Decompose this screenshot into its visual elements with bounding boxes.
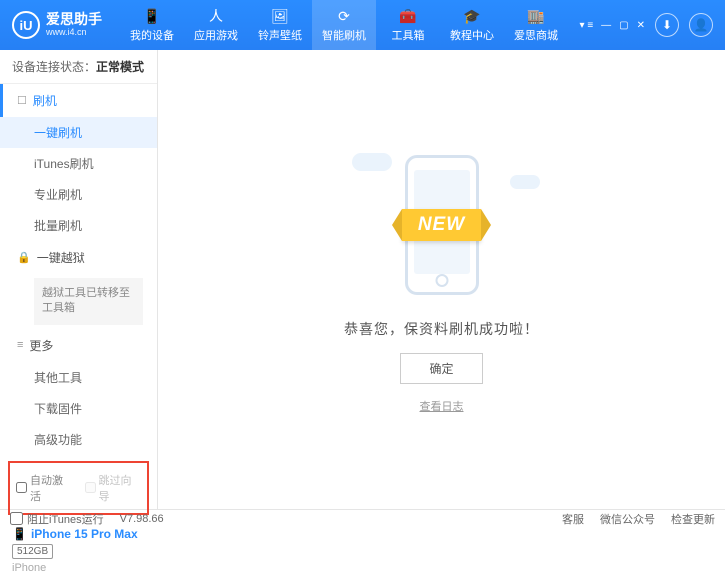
picture-icon: 🖼: [271, 7, 289, 25]
close-button[interactable]: ✕: [637, 20, 645, 31]
top-nav: 📱我的设备 人应用游戏 🖼铃声壁纸 ⟳智能刷机 🧰工具箱 🎓教程中心 🏬爱思商城: [120, 0, 568, 50]
view-log-link[interactable]: 查看日志: [420, 398, 464, 414]
ok-button[interactable]: 确定: [400, 353, 482, 384]
section-more[interactable]: ≡ 更多: [0, 329, 157, 362]
sidebar: 设备连接状态：正常模式 ☐ 刷机 一键刷机 iTunes刷机 专业刷机 批量刷机…: [0, 50, 158, 509]
lock-icon: 🔒: [17, 251, 31, 264]
sidebar-item-itunes-flash[interactable]: iTunes刷机: [0, 148, 157, 179]
nav-toolbox[interactable]: 🧰工具箱: [376, 0, 440, 50]
sidebar-item-batch-flash[interactable]: 批量刷机: [0, 210, 157, 241]
nav-apps-games[interactable]: 人应用游戏: [184, 0, 248, 50]
new-ribbon: NEW: [402, 209, 481, 241]
phone-icon: 📱: [12, 527, 27, 541]
section-jailbreak[interactable]: 🔒 一键越狱: [0, 241, 157, 274]
status-value: 正常模式: [96, 60, 144, 74]
jailbreak-note: 越狱工具已转移至工具箱: [34, 278, 143, 325]
nav-smart-flash[interactable]: ⟳智能刷机: [312, 0, 376, 50]
version-label: V7.98.66: [120, 513, 164, 525]
nav-store[interactable]: 🏬爱思商城: [504, 0, 568, 50]
nav-my-device[interactable]: 📱我的设备: [120, 0, 184, 50]
apps-icon: 人: [207, 7, 225, 25]
footer-link-wechat[interactable]: 微信公众号: [600, 511, 655, 527]
success-illustration: NEW: [352, 145, 532, 305]
options-box: 自动激活 跳过向导: [8, 461, 149, 515]
logo-icon: iU: [12, 11, 40, 39]
window-controls: ▾ ≡ — ▢ ✕: [580, 20, 645, 31]
block-itunes-checkbox[interactable]: 阻止iTunes运行: [10, 511, 104, 527]
device-icon: 📱: [143, 7, 161, 25]
nav-tutorials[interactable]: 🎓教程中心: [440, 0, 504, 50]
refresh-icon: ⟳: [335, 7, 353, 25]
device-status: 设备连接状态：正常模式: [0, 50, 157, 84]
cloud-icon: [352, 153, 392, 171]
download-button[interactable]: ⬇: [655, 13, 679, 37]
maximize-button[interactable]: ▢: [619, 20, 628, 31]
storage-badge: 512GB: [12, 544, 53, 559]
store-icon: 🏬: [527, 7, 545, 25]
nav-ringtones[interactable]: 🖼铃声壁纸: [248, 0, 312, 50]
user-icon: 👤: [694, 18, 709, 32]
device-name: iPhone 15 Pro Max: [31, 527, 138, 541]
device-info: 📱 iPhone 15 Pro Max 512GB iPhone: [0, 521, 157, 584]
menu-lines-icon: ≡: [17, 339, 23, 351]
toolbox-icon: 🧰: [399, 7, 417, 25]
main-content: NEW 恭喜您，保资料刷机成功啦！ 确定 查看日志: [158, 50, 725, 509]
sidebar-item-other-tools[interactable]: 其他工具: [0, 362, 157, 393]
minimize-button[interactable]: —: [601, 20, 611, 31]
menu-icon[interactable]: ▾ ≡: [580, 20, 594, 31]
app-name: 爱思助手: [46, 12, 102, 27]
device-type: iPhone: [12, 562, 145, 574]
user-button[interactable]: 👤: [689, 13, 713, 37]
app-header: iU 爱思助手 www.i4.cn 📱我的设备 人应用游戏 🖼铃声壁纸 ⟳智能刷…: [0, 0, 725, 50]
auto-activate-checkbox[interactable]: 自动激活: [16, 472, 73, 504]
app-logo: iU 爱思助手 www.i4.cn: [12, 11, 102, 39]
footer-link-support[interactable]: 客服: [562, 511, 584, 527]
sidebar-item-advanced[interactable]: 高级功能: [0, 424, 157, 455]
section-flash[interactable]: ☐ 刷机: [0, 84, 157, 117]
skip-guide-checkbox[interactable]: 跳过向导: [85, 472, 142, 504]
cloud-icon: [510, 175, 540, 189]
success-message: 恭喜您，保资料刷机成功啦！: [344, 319, 539, 339]
sidebar-item-pro-flash[interactable]: 专业刷机: [0, 179, 157, 210]
app-url: www.i4.cn: [46, 28, 102, 38]
sidebar-item-oneclick-flash[interactable]: 一键刷机: [0, 117, 157, 148]
graduation-icon: 🎓: [463, 7, 481, 25]
footer-link-update[interactable]: 检查更新: [671, 511, 715, 527]
flash-icon: ☐: [17, 94, 27, 107]
sidebar-item-download-firmware[interactable]: 下载固件: [0, 393, 157, 424]
download-icon: ⬇: [662, 18, 672, 32]
